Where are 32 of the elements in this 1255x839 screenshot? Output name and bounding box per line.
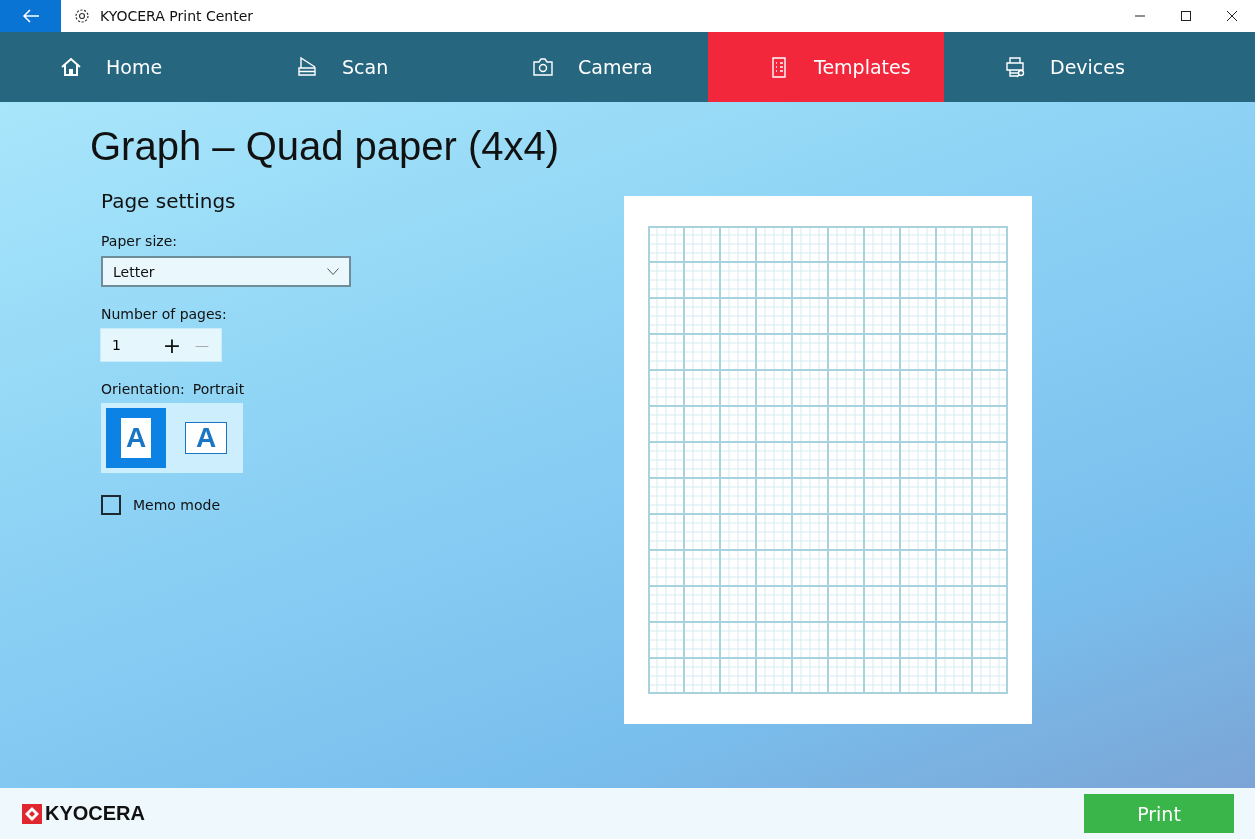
nav-tab[interactable]: Templates (708, 32, 944, 102)
back-arrow-icon (21, 9, 40, 23)
landscape-option[interactable]: A (176, 408, 236, 468)
portrait-option[interactable]: A (106, 408, 166, 468)
field-label: Orientation: (101, 381, 185, 397)
nav-tab[interactable]: Scan (236, 32, 472, 102)
chevron-down-icon (327, 268, 339, 275)
back-button[interactable] (0, 0, 61, 32)
close-icon (1227, 11, 1237, 21)
section-heading: Page settings (101, 189, 236, 213)
printer-search-icon (1004, 56, 1026, 78)
page-count-stepper[interactable]: 1 + — (101, 329, 221, 361)
field-label: Number of pages: (101, 306, 227, 322)
gear-icon (74, 8, 90, 24)
checkbox-label: Memo mode (133, 497, 221, 513)
field-label: Paper size: (101, 233, 177, 249)
increment-button[interactable]: + (157, 332, 187, 358)
paper-size-dropdown[interactable]: Letter (101, 256, 351, 287)
camera-icon (532, 56, 554, 78)
house-icon (60, 56, 82, 78)
window-title: KYOCERA Print Center (100, 8, 254, 24)
nav-tab[interactable]: Home (0, 32, 236, 102)
orientation-value: Portrait (192, 381, 245, 397)
logo-mark-icon (22, 803, 42, 824)
nav-tab[interactable]: Camera (472, 32, 708, 102)
nav-tab[interactable]: Devices (944, 32, 1180, 102)
scanner-icon (296, 56, 318, 78)
brand-logo-text: KYOCERA (45, 802, 145, 825)
memo-mode-checkbox[interactable] (101, 495, 121, 515)
page-count-value: 1 (111, 337, 122, 353)
maximize-icon (1181, 11, 1191, 21)
page-title: Graph – Quad paper (4x4) (90, 124, 561, 169)
